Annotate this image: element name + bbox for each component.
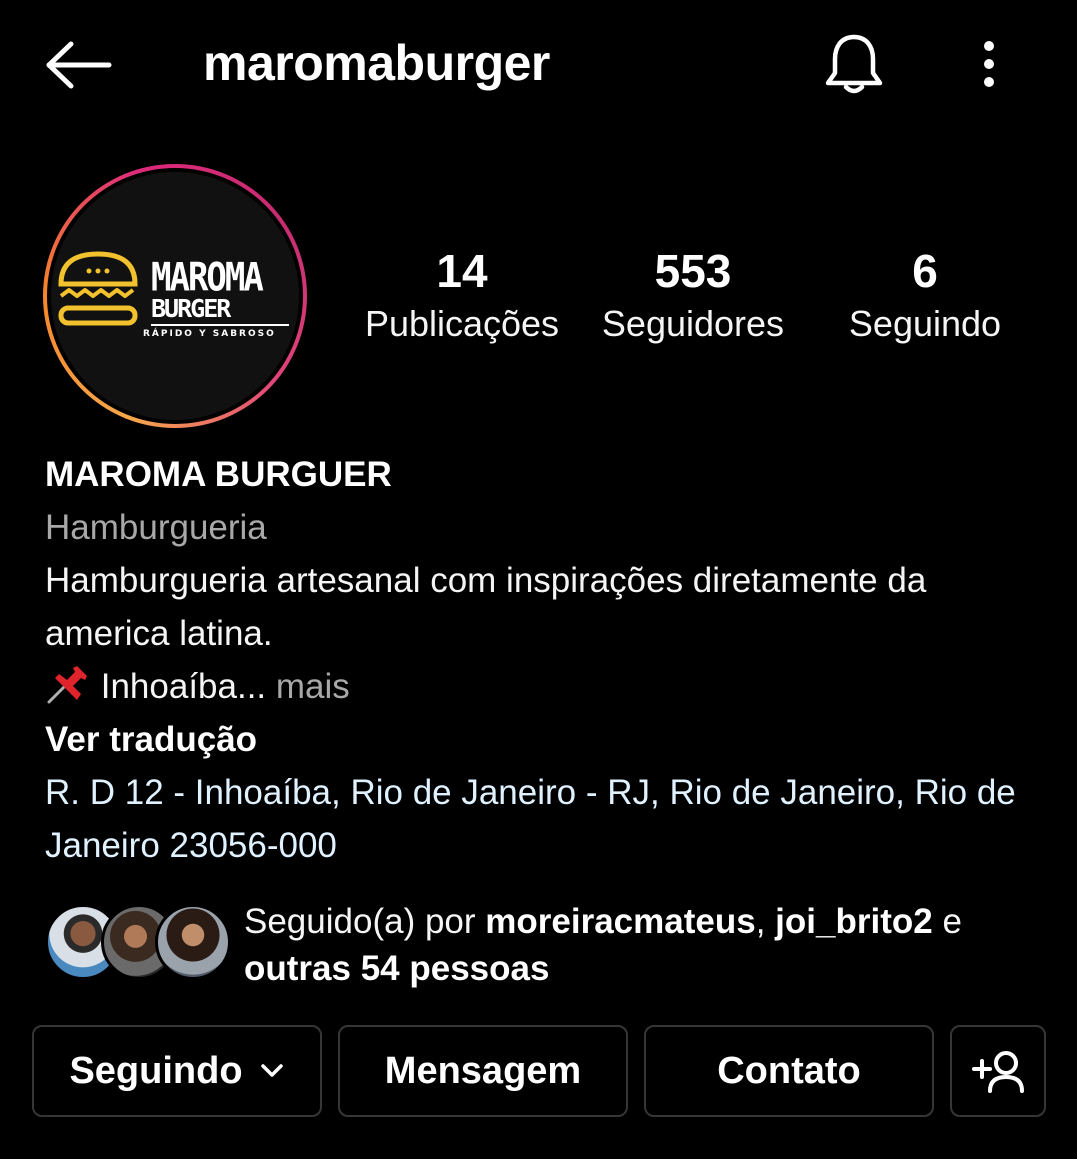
profile-bio: MAROMA BURGUER Hamburgueria Hamburgueria… — [45, 448, 1045, 872]
profile-display-name: MAROMA BURGUER — [45, 455, 392, 494]
business-address-link[interactable]: R. D 12 - Inhoaíba, Rio de Janeiro - RJ,… — [45, 766, 1045, 872]
followed-by-text: Seguido(a) por moreiracmateus, joi_brito… — [244, 902, 962, 988]
profile-category: Hamburgueria — [45, 508, 267, 547]
bio-description: Hamburgueria artesanal com inspirações d… — [45, 561, 927, 653]
profile-avatar: MAROMA BURGER RÁPIDO Y SABROSO — [51, 172, 299, 420]
mutual-follower-1[interactable]: moreiracmateus — [485, 902, 755, 941]
arrow-left-icon — [46, 41, 112, 89]
bell-icon — [825, 34, 883, 94]
logo-divider — [151, 324, 289, 326]
chevron-down-icon — [260, 1064, 283, 1077]
top-bar: maromaburger — [0, 0, 1077, 130]
profile-avatar-story-ring[interactable]: MAROMA BURGER RÁPIDO Y SABROSO — [43, 164, 307, 428]
contact-button[interactable]: Contato — [644, 1025, 934, 1117]
bio-pin-text: Inhoaíba... — [100, 667, 267, 706]
stat-posts[interactable]: 14 Publicações — [342, 242, 582, 348]
stat-following[interactable]: 6 Seguindo — [805, 242, 1045, 348]
profile-username[interactable]: maromaburger — [203, 34, 550, 92]
notifications-button[interactable] — [818, 28, 890, 100]
logo-tagline: RÁPIDO Y SABROSO — [143, 329, 276, 339]
following-count: 6 — [912, 245, 938, 297]
bio-pin-line: Inhoaíba... mais — [45, 660, 1045, 713]
posts-label: Publicações — [364, 303, 560, 344]
mutual-follower-avatars — [45, 904, 231, 980]
avatar — [155, 904, 231, 980]
back-button[interactable] — [40, 36, 116, 94]
suggested-accounts-button[interactable] — [950, 1025, 1046, 1117]
logo-text-burger: BURGER — [151, 294, 231, 323]
see-translation-link[interactable]: Ver tradução — [45, 713, 1045, 766]
posts-count: 14 — [436, 245, 488, 297]
message-button[interactable]: Mensagem — [338, 1025, 628, 1117]
followers-label: Seguidores — [601, 303, 785, 344]
pushpin-icon — [47, 666, 87, 704]
followers-count: 553 — [654, 245, 732, 297]
options-menu-button[interactable] — [964, 32, 1014, 96]
message-button-label: Mensagem — [384, 1049, 582, 1092]
add-person-icon — [972, 1051, 1024, 1093]
more-vertical-icon — [984, 41, 994, 87]
following-dropdown-button[interactable]: Seguindo — [32, 1025, 322, 1117]
following-button-label: Seguindo — [69, 1049, 243, 1092]
mutual-followers-others[interactable]: outras 54 pessoas — [244, 949, 549, 988]
contact-button-label: Contato — [717, 1049, 861, 1092]
followed-by-section[interactable]: Seguido(a) por moreiracmateus, joi_brito… — [45, 898, 1045, 994]
following-label: Seguindo — [848, 303, 1002, 344]
bio-more-link[interactable]: mais — [276, 667, 350, 706]
stat-followers[interactable]: 553 Seguidores — [573, 242, 813, 348]
mutual-follower-2[interactable]: joi_brito2 — [775, 902, 933, 941]
